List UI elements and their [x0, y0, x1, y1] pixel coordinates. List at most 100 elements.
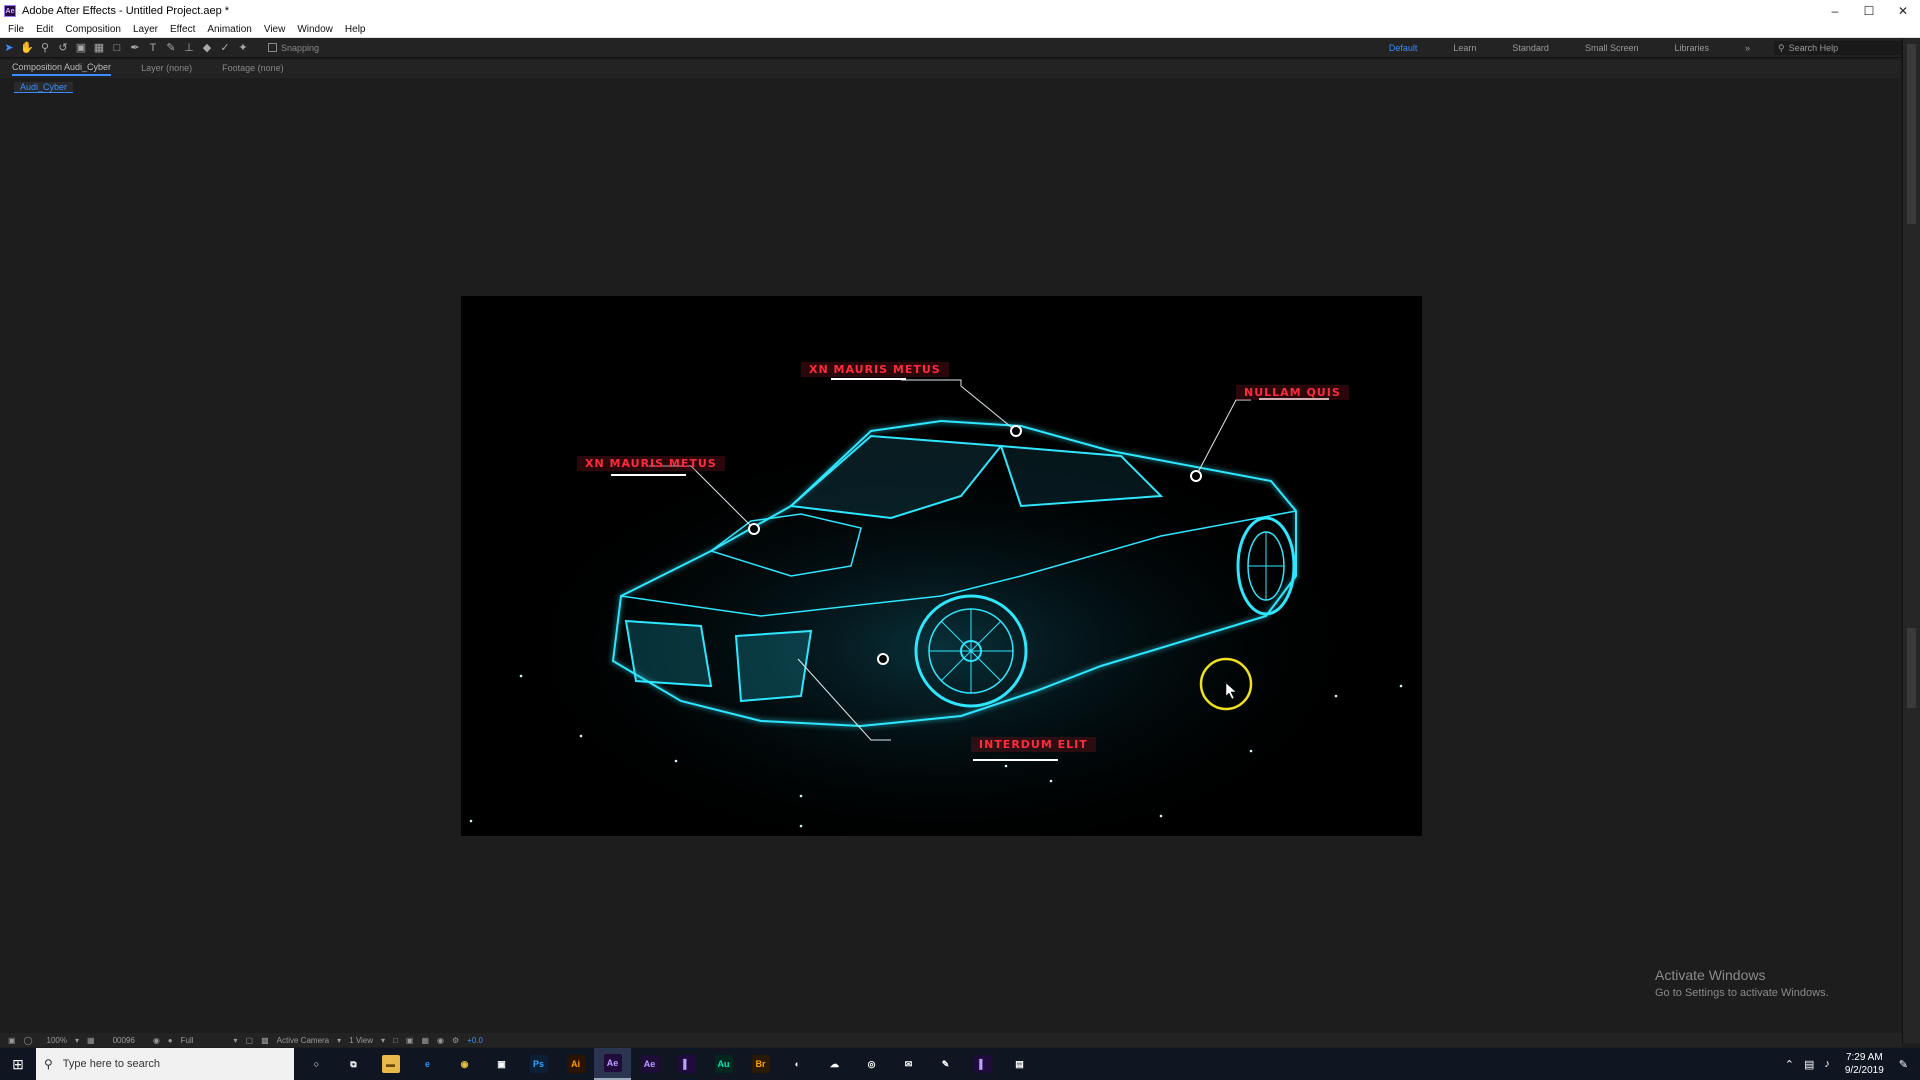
app-window-icon[interactable]: ▤ — [1001, 1048, 1038, 1080]
roto-brush-tool-icon[interactable]: ✓ — [216, 40, 234, 56]
toggle-pixel-aspect-icon[interactable]: □ — [393, 1036, 398, 1045]
file-explorer-icon[interactable]: ▬ — [372, 1048, 409, 1080]
menu-help[interactable]: Help — [345, 24, 366, 35]
windows-start-icon[interactable]: ⊞ — [0, 1048, 36, 1080]
more-workspaces-icon[interactable]: » — [1745, 43, 1750, 53]
menu-animation[interactable]: Animation — [207, 24, 251, 35]
app-round-icon[interactable]: ◐ — [779, 1048, 816, 1080]
pen-tool-icon[interactable]: ✒ — [126, 40, 144, 56]
mail-icon[interactable]: ✉ — [890, 1048, 927, 1080]
grid-icon[interactable]: ▦ — [87, 1036, 95, 1045]
menu-window[interactable]: Window — [297, 24, 333, 35]
mask-visibility-icon[interactable]: ◯ — [24, 1036, 33, 1045]
camera-dropdown[interactable]: Active Camera — [277, 1036, 329, 1045]
region-of-interest-icon[interactable]: ▢ — [246, 1036, 254, 1045]
workspace-default[interactable]: Default — [1389, 43, 1418, 53]
after-effects-icon: Ae — [4, 5, 16, 17]
pan-behind-tool-icon[interactable]: ▦ — [90, 40, 108, 56]
resolution-dropdown[interactable]: Full — [181, 1036, 194, 1045]
bridge-icon[interactable]: Br — [742, 1048, 779, 1080]
transparency-grid-icon[interactable]: ▩ — [261, 1036, 269, 1045]
minimize-icon[interactable]: – — [1818, 0, 1852, 22]
taskbar-clock[interactable]: 7:29 AM 9/2/2019 — [1845, 1051, 1884, 1077]
always-preview-icon[interactable]: ▣ — [8, 1036, 16, 1045]
tab-layer[interactable]: Layer (none) — [141, 63, 192, 75]
selection-tool-icon[interactable]: ➤ — [0, 40, 18, 56]
title-bar: Ae Adobe After Effects - Untitled Projec… — [0, 0, 1920, 22]
type-tool-icon[interactable]: T — [144, 40, 162, 56]
composition-viewer[interactable]: XN MAURIS METUS NULLAM QUIS XN MAURIS ME… — [461, 296, 1422, 836]
clone-stamp-tool-icon[interactable]: ⊥ — [180, 40, 198, 56]
photoshop-glyph: Ps — [529, 1055, 548, 1073]
menu-layer[interactable]: Layer — [133, 24, 158, 35]
panel-collapse-handle[interactable] — [1907, 628, 1916, 708]
rotate-tool-icon[interactable]: ↺ — [54, 40, 72, 56]
right-panel-strip — [1902, 38, 1920, 1043]
panel-collapse-handle[interactable] — [1907, 44, 1916, 224]
after-effects-icon[interactable]: Ae — [594, 1048, 631, 1080]
chevron-down-icon[interactable]: ▾ — [337, 1036, 341, 1045]
reset-exposure-icon[interactable]: ⚙ — [452, 1036, 459, 1045]
photoshop-icon[interactable]: Ps — [520, 1048, 557, 1080]
menu-edit[interactable]: Edit — [36, 24, 53, 35]
exposure-value[interactable]: +0.0 — [467, 1036, 483, 1045]
rectangle-tool-icon[interactable]: □ — [108, 40, 126, 56]
chevron-down-icon[interactable]: ▾ — [75, 1036, 79, 1045]
premiere-2-icon[interactable]: ▌ — [964, 1048, 1001, 1080]
workspace-standard[interactable]: Standard — [1512, 43, 1549, 53]
brush-tool-icon[interactable]: ✎ — [162, 40, 180, 56]
puppet-tool-icon[interactable]: ✦ — [234, 40, 252, 56]
composition-navigator: Audi_Cyber — [0, 80, 1900, 96]
chevron-down-icon[interactable]: ▾ — [234, 1036, 238, 1045]
audition-icon[interactable]: Au — [705, 1048, 742, 1080]
snapshot-camera-icon[interactable]: ◉ — [153, 1036, 160, 1045]
illustrator-icon[interactable]: Ai — [557, 1048, 594, 1080]
search-help-input[interactable]: ⚲ Search Help — [1774, 41, 1904, 55]
tab-composition[interactable]: Composition Audi_Cyber — [12, 62, 112, 76]
notifications-icon[interactable]: ✎ — [1899, 1058, 1908, 1071]
after-effects-2-icon[interactable]: Ae — [631, 1048, 668, 1080]
app-cloud-icon[interactable]: ☁ — [816, 1048, 853, 1080]
workspace-small-screen[interactable]: Small Screen — [1585, 43, 1639, 53]
snapping-toggle[interactable]: Snapping — [268, 43, 319, 53]
snapping-checkbox[interactable] — [268, 43, 277, 52]
workspace-learn[interactable]: Learn — [1453, 43, 1476, 53]
menu-effect[interactable]: Effect — [170, 24, 195, 35]
maximize-icon[interactable]: ☐ — [1852, 0, 1886, 22]
volume-icon[interactable]: ♪ — [1824, 1058, 1830, 1070]
workspace-libraries[interactable]: Libraries — [1674, 43, 1709, 53]
chevron-down-icon[interactable]: ▾ — [381, 1036, 385, 1045]
timecode[interactable]: 00096 — [113, 1036, 135, 1045]
comp-subtab[interactable]: Audi_Cyber — [14, 82, 74, 93]
chrome-icon[interactable]: ◉ — [446, 1048, 483, 1080]
taskbar-search-box[interactable]: ⚲ Type here to search — [36, 1048, 294, 1080]
file-explorer-glyph: ▬ — [381, 1055, 400, 1073]
channel-icon[interactable]: ● — [168, 1036, 173, 1045]
app-circle-icon[interactable]: ◎ — [853, 1048, 890, 1080]
eraser-tool-icon[interactable]: ◆ — [198, 40, 216, 56]
menu-file[interactable]: File — [8, 24, 24, 35]
timeline-icon[interactable]: ▦ — [421, 1036, 429, 1045]
fast-previews-icon[interactable]: ▣ — [406, 1036, 414, 1045]
cortana-icon[interactable]: ○ — [298, 1048, 335, 1080]
store-icon[interactable]: ▣ — [483, 1048, 520, 1080]
task-view-icon[interactable]: ⧉ — [335, 1048, 372, 1080]
hand-tool-icon[interactable]: ✋ — [18, 40, 36, 56]
camera-tool-icon[interactable]: ▣ — [72, 40, 90, 56]
menu-view[interactable]: View — [264, 24, 286, 35]
premiere-icon[interactable]: ▌ — [668, 1048, 705, 1080]
tab-footage[interactable]: Footage (none) — [222, 63, 284, 75]
bridge-glyph: Br — [751, 1055, 770, 1073]
task-view-glyph: ⧉ — [350, 1058, 357, 1069]
chevron-up-icon[interactable]: ⌃ — [1785, 1058, 1794, 1071]
callout-label: XN MAURIS METUS — [801, 362, 949, 377]
close-icon[interactable]: ✕ — [1886, 0, 1920, 22]
view-layout-dropdown[interactable]: 1 View — [349, 1036, 373, 1045]
zoom-dropdown[interactable]: 100% — [47, 1036, 67, 1045]
zoom-tool-icon[interactable]: ⚲ — [36, 40, 54, 56]
network-icon[interactable]: ▤ — [1804, 1058, 1814, 1071]
app-pen-icon[interactable]: ✎ — [927, 1048, 964, 1080]
flowchart-icon[interactable]: ◉ — [437, 1036, 444, 1045]
edge-icon[interactable]: e — [409, 1048, 446, 1080]
menu-composition[interactable]: Composition — [65, 24, 121, 35]
